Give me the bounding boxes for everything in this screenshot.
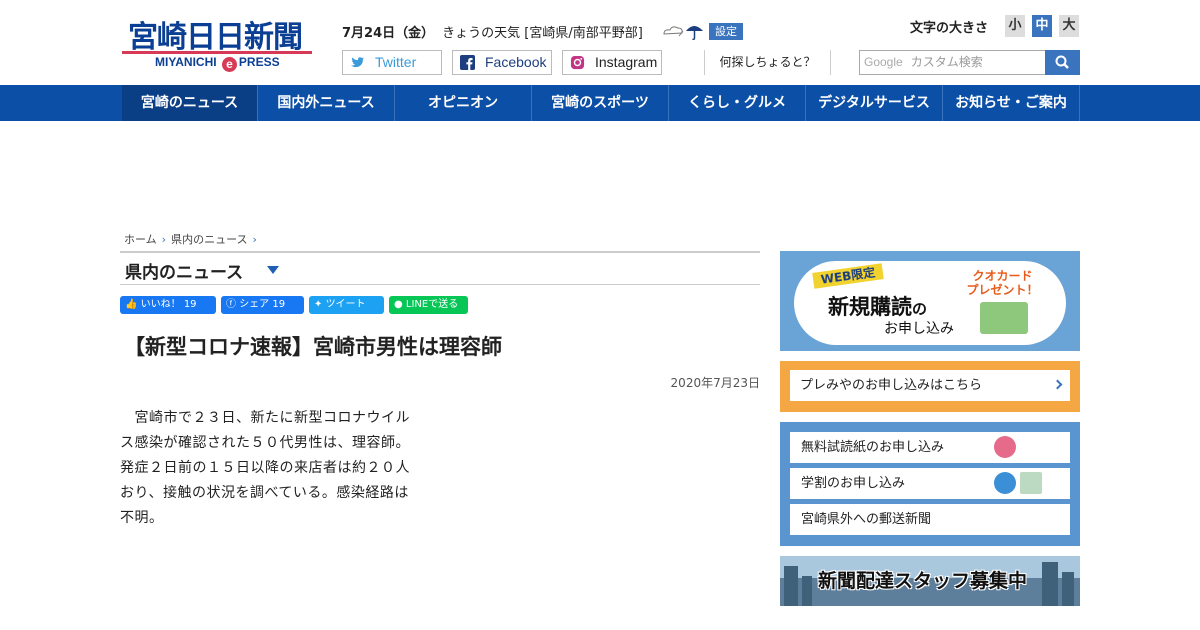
free-trial-link[interactable]: 無料試読紙のお申し込み [790, 432, 1070, 463]
premium-signup-box: プレみやのお申し込みはこちら [780, 361, 1080, 412]
like-label: いいね！ 19 [140, 299, 197, 310]
subscription-promo-banner[interactable]: WEB限定 新規購読の お申し込み クオカード プレゼント！ [780, 251, 1080, 351]
logo-underline [122, 51, 312, 54]
site-logo[interactable]: 宮崎日日新聞 MIYANICHI e PRESS [122, 12, 314, 72]
tweet-label: ツイート [325, 299, 366, 310]
search-placeholder: カスタム検索 [910, 55, 983, 69]
article-line: おり、接触の状況を調べている。感染経路は [120, 485, 409, 501]
student-discount-link[interactable]: 学割のお申し込み [790, 468, 1070, 499]
building-shape [1042, 562, 1058, 606]
facebook-button[interactable]: Facebook [452, 50, 552, 75]
section-heading[interactable]: 県内のニュース [120, 251, 760, 285]
nav-item-sports[interactable]: 宮崎のスポーツ [532, 85, 669, 121]
weather-text[interactable]: きょうの天気 [宮崎県/南部平野部] [442, 26, 643, 41]
font-size-label: 文字の大きさ [910, 21, 989, 36]
line-label: LINEで送る [405, 299, 459, 310]
school-icon [1020, 472, 1042, 494]
instagram-icon [570, 55, 585, 70]
mail-delivery-link[interactable]: 宮崎県外への郵送新聞 [790, 504, 1070, 535]
facebook-share-icon: ⓕ [226, 299, 240, 310]
article-date: 2020年7月23日 [670, 376, 760, 390]
logo-sub-left: MIYANICHI [155, 55, 217, 69]
nav-item-notices[interactable]: お知らせ・ご案内 [943, 85, 1080, 121]
building-shape [1062, 572, 1074, 606]
article-line: 発症２日前の１５日以降の来店者は約２０人 [120, 460, 410, 476]
article-body: 宮崎市で２３日、新たに新型コロナウイル ス感染が確認された５０代男性は、理容師。… [120, 406, 450, 531]
mascot-icon [994, 472, 1016, 494]
today-date: 7月24日（金） [342, 26, 435, 41]
tweet-button[interactable]: ✦ ツイート [309, 296, 384, 314]
promo-subline: お申し込み [884, 321, 954, 337]
search-input[interactable]: Google カスタム検索 [859, 50, 1046, 75]
staff-recruit-text: 新聞配達スタッフ募集中 [818, 570, 1028, 592]
facebook-share-button[interactable]: ⓕ シェア 19 [221, 296, 304, 314]
quo-card-image [980, 302, 1028, 334]
font-size-small-button[interactable]: 小 [1005, 15, 1025, 37]
breadcrumb-home[interactable]: ホーム [124, 233, 157, 246]
instagram-label: Instagram [595, 54, 658, 70]
logo-sub-right: PRESS [238, 55, 280, 69]
chevron-right-icon: › [252, 233, 257, 246]
chevron-right-icon: › [161, 233, 167, 246]
twitter-button[interactable]: Twitter [342, 50, 442, 75]
date-weather: 7月24日（金） きょうの天気 [宮崎県/南部平野部] [342, 22, 643, 41]
facebook-label: Facebook [485, 54, 547, 70]
search-icon [1055, 55, 1069, 69]
search-hint-link[interactable]: 何探しちょると？ [704, 50, 831, 75]
nav-item-digital-services[interactable]: デジタルサービス [806, 85, 943, 121]
nav-item-domestic-international[interactable]: 国内外ニュース [258, 85, 395, 121]
article-line: 不明。 [120, 510, 164, 526]
weather-settings-button[interactable]: 設定 [709, 23, 743, 40]
line-share-button[interactable]: ● LINEで送る [389, 296, 468, 314]
share-label: シェア 19 [239, 299, 286, 310]
sidebar-links: 無料試読紙のお申し込み 学割のお申し込み 宮崎県外への郵送新聞 [780, 422, 1080, 546]
twitter-label: Twitter [375, 54, 417, 70]
search-brand: Google [864, 55, 903, 69]
mascot-icon [994, 436, 1016, 458]
nav-item-miyazaki-news[interactable]: 宮崎のニュース [122, 85, 258, 121]
promo-headline: 新規購読の [828, 295, 928, 319]
caret-down-icon [267, 266, 279, 274]
cloud-umbrella-icon [663, 26, 703, 40]
main-nav: 宮崎のニュース 国内外ニュース オピニオン 宮崎のスポーツ くらし・グルメ デジ… [0, 85, 1200, 121]
premium-signup-link[interactable]: プレみやのお申し込みはこちら [790, 370, 1070, 401]
page: 宮崎日日新聞 MIYANICHI e PRESS 7月24日（金） きょうの天気 [… [0, 0, 1200, 630]
nav-item-opinion[interactable]: オピニオン [395, 85, 532, 121]
section-title: 県内のニュース [125, 263, 244, 283]
facebook-like-button[interactable]: 👍 いいね！ 19 [120, 296, 216, 314]
article-title: 【新型コロナ速報】宮崎市男性は理容師 [124, 335, 502, 359]
breadcrumb-section[interactable]: 県内のニュース [171, 233, 247, 246]
twitter-bird-icon: ✦ [314, 299, 326, 310]
delivery-staff-recruit-banner[interactable]: 新聞配達スタッフ募集中 [780, 556, 1080, 606]
quo-card-text: クオカード プレゼント！ [966, 269, 1039, 297]
facebook-icon [460, 55, 475, 70]
instagram-button[interactable]: Instagram [562, 50, 662, 75]
article-line: ス感染が確認された５０代男性は、理容師。 [120, 435, 410, 451]
chevron-right-icon [1052, 379, 1063, 390]
logo-title: 宮崎日日新聞 [128, 20, 303, 55]
logo-subtitle: MIYANICHI e PRESS [155, 55, 280, 72]
article-line: 宮崎市で２３日、新たに新型コロナウイル [134, 410, 410, 426]
breadcrumb: ホーム › 県内のニュース › [124, 231, 262, 247]
nav-item-life-gourmet[interactable]: くらし・グルメ [669, 85, 806, 121]
site-header: 宮崎日日新聞 MIYANICHI e PRESS 7月24日（金） きょうの天気 [… [0, 0, 1200, 85]
thumbs-up-icon: 👍 [125, 299, 141, 310]
font-size-medium-button[interactable]: 中 [1032, 15, 1052, 37]
building-shape [784, 566, 798, 606]
twitter-icon [350, 57, 365, 68]
building-shape [802, 576, 812, 606]
line-icon: ● [394, 299, 406, 310]
font-size-large-button[interactable]: 大 [1059, 15, 1079, 37]
search-button[interactable] [1045, 50, 1080, 75]
logo-e-mark: e [221, 57, 237, 72]
